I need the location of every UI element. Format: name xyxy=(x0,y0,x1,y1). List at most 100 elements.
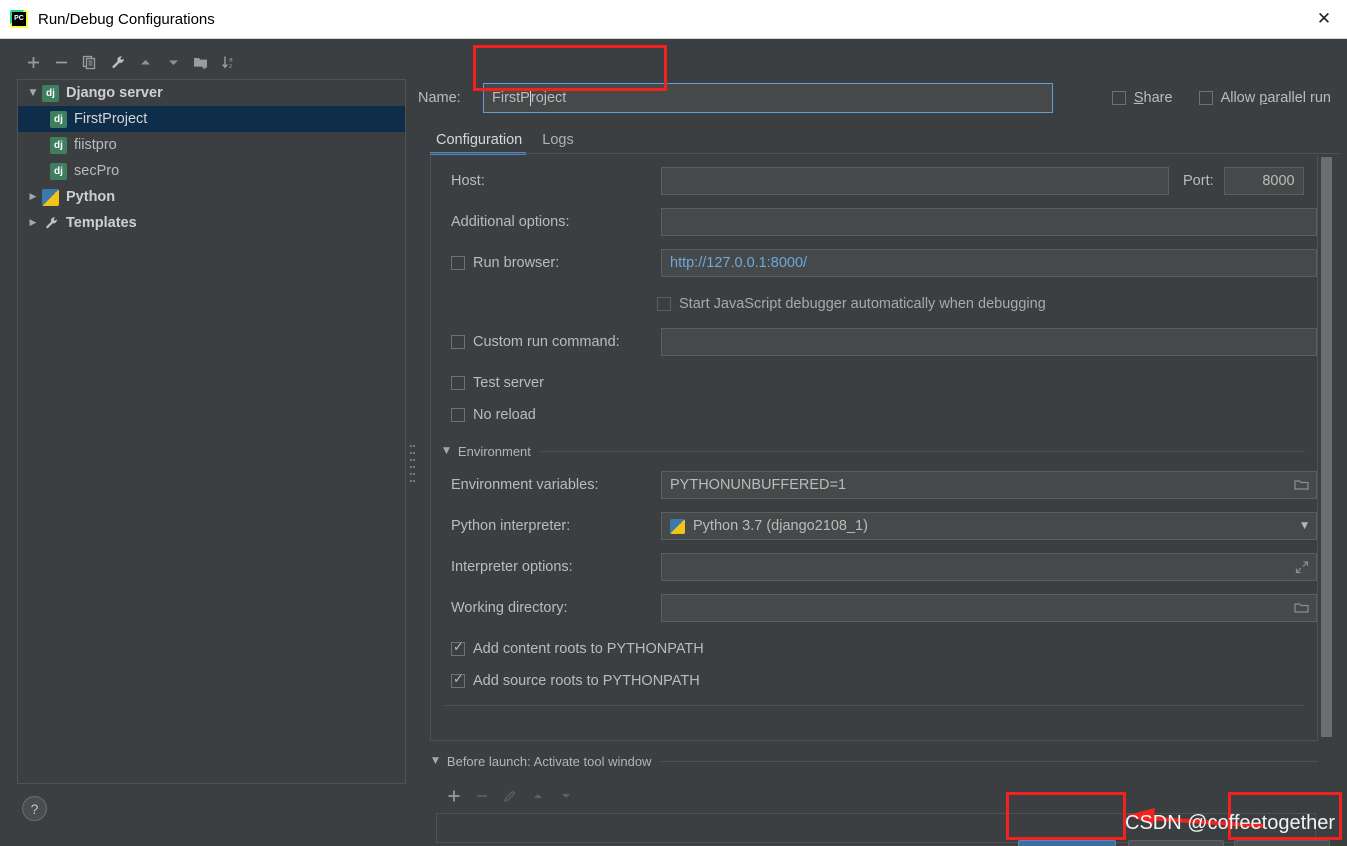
working-directory-input[interactable] xyxy=(661,594,1317,622)
custom-run-command-input[interactable] xyxy=(661,328,1317,356)
start-js-debugger-row: Start JavaScript debugger automatically … xyxy=(431,290,1317,318)
sort-az-icon[interactable]: a z xyxy=(216,49,242,75)
tree-node-django-server[interactable]: ▼ dj Django server xyxy=(18,80,405,106)
python-icon xyxy=(670,519,685,534)
additional-options-row: Additional options: xyxy=(431,208,1317,236)
before-launch-header[interactable]: ▼ Before launch: Activate tool window xyxy=(430,749,1330,773)
name-input-value-before-caret: FirstP xyxy=(492,90,530,106)
checkbox-box[interactable] xyxy=(451,408,465,422)
tree-node-python[interactable]: ▶ Python xyxy=(18,184,405,210)
content-scrollbar-thumb[interactable] xyxy=(1321,157,1332,737)
custom-run-command-checkbox[interactable]: Custom run command: xyxy=(451,334,661,350)
host-input[interactable] xyxy=(661,167,1169,195)
tree-toolbar: a z xyxy=(8,45,406,79)
chevron-down-icon[interactable]: ▼ xyxy=(443,446,450,456)
add-content-roots-row: Add content roots to PYTHONPATH xyxy=(431,635,1317,663)
chevron-down-icon[interactable]: ▼ xyxy=(1301,521,1308,531)
splitter-grip-icon[interactable] xyxy=(410,445,415,483)
environment-variables-label: Environment variables: xyxy=(451,477,661,493)
close-icon[interactable]: ✕ xyxy=(1301,0,1347,38)
python-interpreter-value: Python 3.7 (django2108_1) xyxy=(693,518,868,534)
tree-node-secpro[interactable]: dj secPro xyxy=(18,158,405,184)
additional-options-input[interactable] xyxy=(661,208,1317,236)
share-label: Share xyxy=(1134,90,1173,106)
arrow-down-icon[interactable] xyxy=(160,49,186,75)
tree-node-label: Templates xyxy=(66,215,137,231)
python-interpreter-combobox[interactable]: Python 3.7 (django2108_1) ▼ xyxy=(661,512,1317,540)
chevron-right-icon[interactable]: ▶ xyxy=(24,192,42,202)
configuration-right-panel: Name: FirstP roject Share Allow parallel… xyxy=(418,45,1339,785)
name-label: Name: xyxy=(418,90,483,106)
tab-logs[interactable]: Logs xyxy=(536,132,587,155)
checkbox-box[interactable] xyxy=(451,335,465,349)
apply-button[interactable]: Apply xyxy=(1234,840,1330,846)
section-divider xyxy=(541,451,1305,452)
checkbox-box[interactable] xyxy=(1112,91,1126,105)
plus-icon[interactable] xyxy=(20,49,46,75)
checkbox-box[interactable] xyxy=(451,642,465,656)
environment-variables-row: Environment variables: PYTHONUNBUFFERED=… xyxy=(431,471,1317,499)
add-source-roots-checkbox[interactable]: Add source roots to PYTHONPATH xyxy=(451,673,700,689)
run-browser-row: Run browser: http://127.0.0.1:8000/ xyxy=(431,249,1317,277)
configuration-tabs: Configuration Logs xyxy=(430,123,1339,155)
window-title: Run/Debug Configurations xyxy=(38,11,215,28)
tree-node-fiistpro[interactable]: dj fiistpro xyxy=(18,132,405,158)
environment-variables-value: PYTHONUNBUFFERED=1 xyxy=(670,477,846,493)
test-server-checkbox[interactable]: Test server xyxy=(451,375,544,391)
configurations-left-panel: a z ▼ dj Django server dj FirstProject d… xyxy=(8,45,406,785)
run-browser-url-value: http://127.0.0.1:8000/ xyxy=(670,255,807,271)
name-input[interactable]: FirstP roject xyxy=(483,83,1053,113)
environment-variables-input[interactable]: PYTHONUNBUFFERED=1 xyxy=(661,471,1317,499)
allow-parallel-run-label: Allow parallel run xyxy=(1221,90,1331,106)
chevron-right-icon[interactable]: ▶ xyxy=(24,218,42,228)
no-reload-row: No reload xyxy=(431,401,1317,429)
working-directory-row: Working directory: xyxy=(431,594,1317,622)
help-button[interactable]: ? xyxy=(22,796,47,821)
ok-button[interactable]: OK xyxy=(1018,840,1116,846)
content-divider xyxy=(445,705,1303,706)
environment-section-header[interactable]: ▼ Environment xyxy=(431,439,1317,463)
python-interpreter-label: Python interpreter: xyxy=(451,518,661,534)
start-js-debugger-checkbox[interactable]: Start JavaScript debugger automatically … xyxy=(657,296,1046,312)
checkbox-box[interactable] xyxy=(451,376,465,390)
chevron-down-icon[interactable]: ▼ xyxy=(24,88,42,98)
run-browser-checkbox[interactable]: Run browser: xyxy=(451,255,661,271)
checkbox-box[interactable] xyxy=(451,674,465,688)
no-reload-checkbox[interactable]: No reload xyxy=(451,407,536,423)
additional-options-label: Additional options: xyxy=(451,214,661,230)
copy-icon[interactable] xyxy=(76,49,102,75)
expand-icon[interactable] xyxy=(1295,560,1309,574)
checkbox-box[interactable] xyxy=(1199,91,1213,105)
port-input[interactable]: 8000 xyxy=(1224,167,1304,195)
configurations-tree[interactable]: ▼ dj Django server dj FirstProject dj fi… xyxy=(17,79,406,784)
port-label: Port: xyxy=(1183,173,1214,189)
share-checkbox[interactable]: Share xyxy=(1112,90,1173,106)
add-content-roots-checkbox[interactable]: Add content roots to PYTHONPATH xyxy=(451,641,704,657)
custom-run-command-row: Custom run command: xyxy=(431,328,1317,356)
folder-icon[interactable] xyxy=(1294,602,1309,615)
host-row: Host: Port: 8000 xyxy=(431,167,1317,195)
allow-parallel-run-checkbox[interactable]: Allow parallel run xyxy=(1199,90,1331,106)
run-browser-url-input[interactable]: http://127.0.0.1:8000/ xyxy=(661,249,1317,277)
run-browser-label: Run browser: xyxy=(473,255,559,271)
environment-section-title: Environment xyxy=(458,444,531,459)
csdn-watermark: CSDN @coffeetogether xyxy=(1125,812,1335,835)
tree-node-label: Python xyxy=(66,189,115,205)
checkbox-box[interactable] xyxy=(657,297,671,311)
panel-splitter[interactable] xyxy=(406,45,418,785)
folder-add-icon[interactable] xyxy=(188,49,214,75)
checkbox-box[interactable] xyxy=(451,256,465,270)
python-icon xyxy=(42,189,59,206)
wrench-icon[interactable] xyxy=(104,49,130,75)
tree-node-first-project[interactable]: dj FirstProject xyxy=(18,106,405,132)
window-titlebar: Run/Debug Configurations ✕ xyxy=(0,0,1347,39)
pycharm-logo-icon xyxy=(10,10,28,28)
arrow-up-icon[interactable] xyxy=(132,49,158,75)
tree-node-templates[interactable]: ▶ Templates xyxy=(18,210,405,236)
folder-icon[interactable] xyxy=(1294,479,1309,492)
chevron-down-icon[interactable]: ▼ xyxy=(432,756,439,766)
tab-configuration[interactable]: Configuration xyxy=(430,132,536,155)
cancel-button[interactable]: Cancel xyxy=(1128,840,1224,846)
interpreter-options-input[interactable] xyxy=(661,553,1317,581)
minus-icon[interactable] xyxy=(48,49,74,75)
